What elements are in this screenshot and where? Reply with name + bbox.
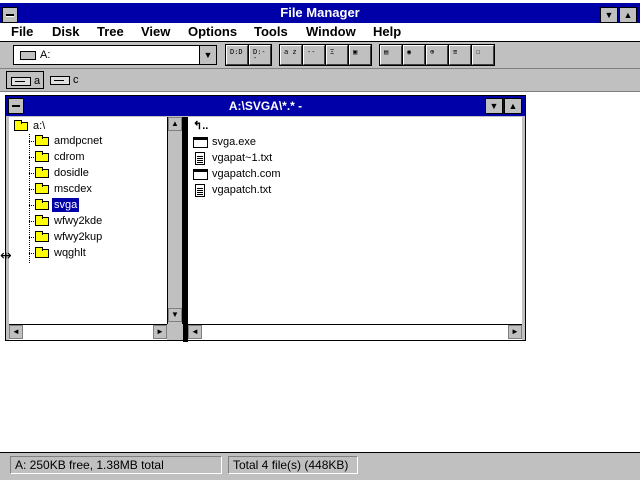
floppy-drive-icon bbox=[20, 51, 36, 60]
drive-a-label: a bbox=[34, 75, 41, 87]
system-menu-icon[interactable] bbox=[2, 7, 18, 23]
toolbar-copy-button[interactable]: ▣ bbox=[348, 44, 372, 66]
menu-help[interactable]: Help bbox=[373, 24, 401, 40]
folder-icon bbox=[35, 151, 49, 162]
menu-bar: File Disk Tree View Options Tools Window… bbox=[0, 23, 640, 42]
drive-bar: a c bbox=[0, 69, 640, 92]
tree-folder-label: wfwy2kup bbox=[54, 231, 103, 243]
folder-icon bbox=[35, 231, 49, 242]
properties-icon: ▤ bbox=[384, 49, 389, 56]
directory-window: A:\SVGA\*.* - ▼ ▲ a:\ amdpcnet cdrom dos… bbox=[5, 95, 526, 342]
drive-select-value: A: bbox=[40, 49, 51, 61]
program-file-icon bbox=[193, 169, 208, 180]
toolbar-view-details-button[interactable]: -- bbox=[302, 44, 326, 66]
file-name: vgapatch.com bbox=[212, 168, 281, 180]
tree-connector-line bbox=[29, 134, 30, 263]
toolbar-properties-button[interactable]: ▤ bbox=[379, 44, 403, 66]
document-file-icon bbox=[195, 184, 205, 197]
network-icon: ◉ bbox=[407, 49, 412, 56]
child-maximize-button[interactable]: ▲ bbox=[504, 98, 522, 114]
tree-scroll-up-button[interactable]: ▲ bbox=[168, 117, 182, 131]
files-horizontal-scrollbar[interactable]: ◄ ► bbox=[188, 324, 522, 340]
directory-window-title: A:\SVGA\*.* - bbox=[228, 99, 303, 113]
toolbar-stop-sharing-button[interactable]: ≡ bbox=[448, 44, 472, 66]
child-system-menu-icon[interactable] bbox=[8, 98, 24, 114]
program-file-icon bbox=[193, 137, 208, 148]
file-name: vgapatch.txt bbox=[212, 184, 272, 196]
menu-tools[interactable]: Tools bbox=[254, 24, 288, 40]
floppy-drive-icon bbox=[11, 77, 31, 86]
tree-scroll-down-button[interactable]: ▼ bbox=[168, 308, 182, 322]
menu-file[interactable]: File bbox=[11, 24, 33, 40]
file-manager-app: File Manager ▼ ▲ File Disk Tree View Opt… bbox=[0, 0, 640, 480]
directory-tree-pane[interactable]: a:\ amdpcnet cdrom dosidle mscdex svga w… bbox=[9, 117, 167, 324]
drive-a-button[interactable]: a bbox=[6, 71, 44, 89]
file-count-status: Total 4 file(s) (448KB) bbox=[228, 456, 358, 474]
menu-view[interactable]: View bbox=[141, 24, 170, 40]
folder-icon bbox=[35, 215, 49, 226]
tree-vertical-scrollbar[interactable]: ▲ ▼ bbox=[167, 117, 183, 324]
document-file-icon bbox=[195, 152, 205, 165]
folder-icon bbox=[35, 167, 49, 178]
tree-folder-label: cdrom bbox=[54, 151, 85, 163]
tree-folder-label: mscdex bbox=[54, 183, 92, 195]
tree-folder-label: svga bbox=[52, 198, 80, 212]
minimize-button[interactable]: ▼ bbox=[600, 7, 618, 23]
toolbar-network-button[interactable]: ◉ bbox=[402, 44, 426, 66]
folder-icon bbox=[35, 247, 49, 258]
child-minimize-button[interactable]: ▼ bbox=[485, 98, 503, 114]
directory-window-title-bar[interactable]: A:\SVGA\*.* - ▼ ▲ bbox=[6, 96, 525, 116]
files-scroll-right-button[interactable]: ► bbox=[508, 325, 522, 339]
files-scroll-left-button[interactable]: ◄ bbox=[188, 325, 202, 339]
tree-folder-label: amdpcnet bbox=[54, 135, 103, 147]
tree-folder-label: dosidle bbox=[54, 167, 89, 179]
menu-tree[interactable]: Tree bbox=[97, 24, 124, 40]
toolbar: A: ▼ D:D: D:-- a z -- Ξ ▣ ▤ ◉ ⊕ ≡ ☐ bbox=[0, 42, 640, 69]
printer-icon: ☐ bbox=[476, 49, 481, 56]
tree-folder-label: wqghlt bbox=[54, 247, 86, 259]
drive-c-button[interactable]: c bbox=[46, 71, 84, 89]
drive-dropdown-button[interactable]: ▼ bbox=[199, 46, 216, 64]
folder-icon bbox=[35, 183, 49, 194]
folder-open-icon bbox=[14, 120, 28, 131]
share-icon: ⊕ bbox=[430, 49, 435, 56]
tree-horizontal-scrollbar[interactable]: ◄ ► bbox=[9, 324, 167, 340]
toolbar-sort-button[interactable]: Ξ bbox=[325, 44, 349, 66]
resize-cursor-icon: ⇹ bbox=[0, 247, 12, 263]
sort-icon: Ξ bbox=[330, 49, 335, 56]
connect-drive-icon: D:D: bbox=[230, 49, 244, 56]
disconnect-drive-icon: D:-- bbox=[253, 49, 266, 61]
disk-status: A: 250KB free, 1.38MB total bbox=[10, 456, 222, 474]
tree-root-label: a:\ bbox=[33, 120, 46, 132]
file-name: svga.exe bbox=[212, 136, 257, 148]
file-name: vgapat~1.txt bbox=[212, 152, 273, 164]
toolbar-view-name-button[interactable]: a z bbox=[279, 44, 303, 66]
drive-c-label: c bbox=[73, 74, 79, 86]
file-list-pane[interactable]: ↰.. svga.exe vgapat~1.txt vgapatch.com v… bbox=[188, 117, 522, 324]
menu-disk[interactable]: Disk bbox=[52, 24, 79, 40]
view-details-icon: -- bbox=[307, 49, 316, 56]
maximize-button[interactable]: ▲ bbox=[619, 7, 637, 23]
tree-scroll-right-button[interactable]: ► bbox=[153, 325, 167, 339]
up-directory-icon: ↰.. bbox=[193, 120, 209, 132]
hard-drive-icon bbox=[50, 76, 70, 85]
drive-select[interactable]: A: ▼ bbox=[13, 45, 217, 65]
tree-scroll-left-button[interactable]: ◄ bbox=[9, 325, 23, 339]
status-bar: A: 250KB free, 1.38MB total Total 4 file… bbox=[0, 452, 640, 480]
copy-icon: ▣ bbox=[353, 49, 358, 56]
menu-options[interactable]: Options bbox=[188, 24, 237, 40]
folder-open-icon bbox=[35, 199, 49, 210]
menu-window[interactable]: Window bbox=[306, 24, 356, 40]
window-title: File Manager bbox=[280, 5, 360, 20]
toolbar-disconnect-button[interactable]: D:-- bbox=[248, 44, 272, 66]
folder-icon bbox=[35, 135, 49, 146]
tree-folder-label: wfwy2kde bbox=[54, 215, 103, 227]
stop-sharing-icon: ≡ bbox=[453, 49, 458, 56]
toolbar-share-button[interactable]: ⊕ bbox=[425, 44, 449, 66]
mdi-workspace: A:\SVGA\*.* - ▼ ▲ a:\ amdpcnet cdrom dos… bbox=[0, 92, 640, 452]
toolbar-connect-button[interactable]: D:D: bbox=[225, 44, 249, 66]
title-bar[interactable]: File Manager ▼ ▲ bbox=[0, 3, 640, 23]
toolbar-printer-button[interactable]: ☐ bbox=[471, 44, 495, 66]
view-name-icon: a z bbox=[284, 49, 297, 56]
